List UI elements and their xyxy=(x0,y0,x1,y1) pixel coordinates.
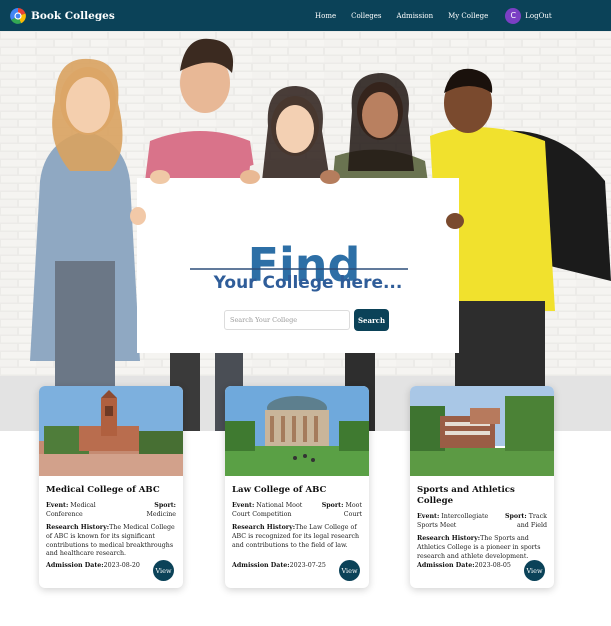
brand-logo-icon xyxy=(10,7,26,24)
hero-banner: Find Your College here... Search xyxy=(0,31,611,431)
card-title: Sports and Athletics College xyxy=(417,485,515,506)
college-card-sports: Sports and Athletics College Event: Inte… xyxy=(410,386,554,588)
nav-admission[interactable]: Admission xyxy=(397,12,434,20)
admission-label: Admission Date: xyxy=(46,562,104,569)
college-card-law: Law College of ABC Event: National Moot … xyxy=(225,386,369,588)
nav-links: Home Colleges Admission My College C Log… xyxy=(315,0,552,31)
search-bar: Search xyxy=(224,309,389,331)
brand[interactable]: Book Colleges xyxy=(10,7,115,24)
card-meta: Event: Medical Conference Sport: Medicin… xyxy=(46,502,176,519)
sport-label: Sport: xyxy=(154,502,176,509)
event-label: Event: xyxy=(46,502,69,509)
card-title: Law College of ABC xyxy=(232,485,327,495)
event-label: Event: xyxy=(417,513,440,520)
sport-value: Medicine xyxy=(146,510,176,518)
hero-illustration: Find Your College here... xyxy=(0,31,611,431)
view-button[interactable]: View xyxy=(153,560,174,581)
college-image-medical xyxy=(39,386,183,476)
brand-name: Book Colleges xyxy=(31,9,115,22)
user-avatar[interactable]: C xyxy=(505,7,522,24)
event-label: Event: xyxy=(232,502,255,509)
research-history: Research History:The Law College of ABC … xyxy=(232,524,362,550)
admission-label: Admission Date: xyxy=(232,562,290,569)
admission-date: Admission Date:2023-08-20 xyxy=(46,562,140,569)
nav-colleges[interactable]: Colleges xyxy=(351,12,381,20)
admission-value: 2023-08-20 xyxy=(103,562,140,569)
hero-subheading: Your College here... xyxy=(213,273,403,293)
search-input[interactable] xyxy=(224,310,350,330)
college-image-law xyxy=(225,386,369,476)
admission-label: Admission Date: xyxy=(417,562,475,569)
nav-my-college[interactable]: My College xyxy=(448,12,488,20)
history-label: Research History: xyxy=(232,524,296,531)
card-title: Medical College of ABC xyxy=(46,485,160,495)
search-button[interactable]: Search xyxy=(354,309,389,331)
history-label: Research History: xyxy=(417,535,481,542)
admission-date: Admission Date:2023-07-25 xyxy=(232,562,326,569)
card-meta: Event: National Moot Court Competition S… xyxy=(232,502,362,519)
logout-link[interactable]: LogOut xyxy=(525,12,551,20)
research-history: Research History:The Sports and Athletic… xyxy=(417,535,547,561)
navbar: Book Colleges Home Colleges Admission My… xyxy=(0,0,611,31)
view-button[interactable]: View xyxy=(339,560,360,581)
view-button[interactable]: View xyxy=(524,560,545,581)
research-history: Research History:The Medical College of … xyxy=(46,524,176,559)
admission-date: Admission Date:2023-08-05 xyxy=(417,562,511,569)
sport-label: Sport: xyxy=(504,513,527,520)
history-label: Research History: xyxy=(46,524,110,531)
college-card-medical: Medical College of ABC Event: Medical Co… xyxy=(39,386,183,588)
admission-value: 2023-07-25 xyxy=(289,562,326,569)
admission-value: 2023-08-05 xyxy=(474,562,511,569)
sport-value: Moot Court xyxy=(343,502,362,518)
college-image-sports xyxy=(410,386,554,476)
card-meta: Event: Intercollegiate Sports Meet Sport… xyxy=(417,513,547,530)
sport-label: Sport: xyxy=(321,502,344,509)
nav-home[interactable]: Home xyxy=(315,12,336,20)
